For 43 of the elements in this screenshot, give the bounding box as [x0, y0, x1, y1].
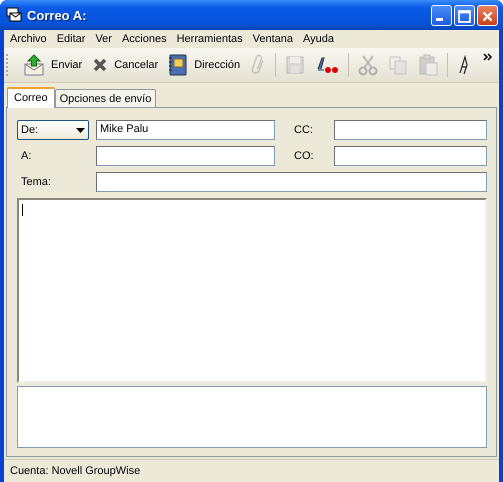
toolbar-button[interactable]: Dirección: [163, 51, 246, 79]
window-title: Correo A:: [27, 8, 88, 22]
menu-item[interactable]: Acciones: [118, 33, 173, 45]
status-text: Cuenta: Novell GroupWise: [10, 465, 140, 477]
cc-field[interactable]: [334, 120, 487, 140]
toolbar-button[interactable]: Cancelar: [87, 51, 164, 79]
menu-item[interactable]: Ayuda: [299, 33, 340, 45]
menu-item[interactable]: Editar: [52, 33, 92, 45]
maximize-button[interactable]: [454, 4, 475, 26]
menu-item[interactable]: Archivo: [6, 33, 53, 45]
address-book-icon: [168, 54, 188, 76]
subject-field[interactable]: [96, 172, 487, 192]
scissors-icon: [358, 54, 378, 76]
field-label: CC:: [293, 124, 314, 136]
tab[interactable]: Correo: [7, 87, 55, 108]
menu-item[interactable]: Ventana: [248, 33, 299, 45]
minimize-icon: [436, 18, 443, 20]
field-label: A:: [20, 150, 32, 162]
message-body-field[interactable]: [17, 198, 487, 383]
sender-dropdown[interactable]: De:: [17, 120, 89, 140]
field-label: Tema:: [20, 176, 52, 188]
toolbar-grip[interactable]: [6, 54, 10, 76]
field-label: CO:: [293, 150, 315, 162]
cancel-icon: [92, 57, 108, 73]
from-field[interactable]: Mike Palu: [96, 120, 275, 140]
paperclip-icon: [250, 54, 266, 76]
close-button[interactable]: [477, 4, 498, 26]
minimize-button[interactable]: [431, 4, 452, 26]
menu-item[interactable]: Herramientas: [172, 33, 249, 45]
tab[interactable]: Opciones de envío: [54, 89, 156, 107]
text-cursor: [22, 204, 23, 216]
envelopes-icon: [6, 7, 22, 23]
to-field[interactable]: [96, 146, 275, 166]
menu-item[interactable]: Ver: [91, 33, 118, 45]
paste-icon: [418, 54, 438, 76]
spell-check-icon: [315, 55, 340, 75]
copy-icon: [388, 55, 408, 75]
attachment-area[interactable]: [17, 386, 487, 448]
toolbar-button[interactable]: Enviar: [18, 51, 88, 79]
dropdown-arrow-icon: [76, 128, 85, 132]
bcc-field[interactable]: [334, 146, 487, 166]
chevron-icon[interactable]: [483, 53, 493, 61]
send-icon: [23, 54, 45, 76]
